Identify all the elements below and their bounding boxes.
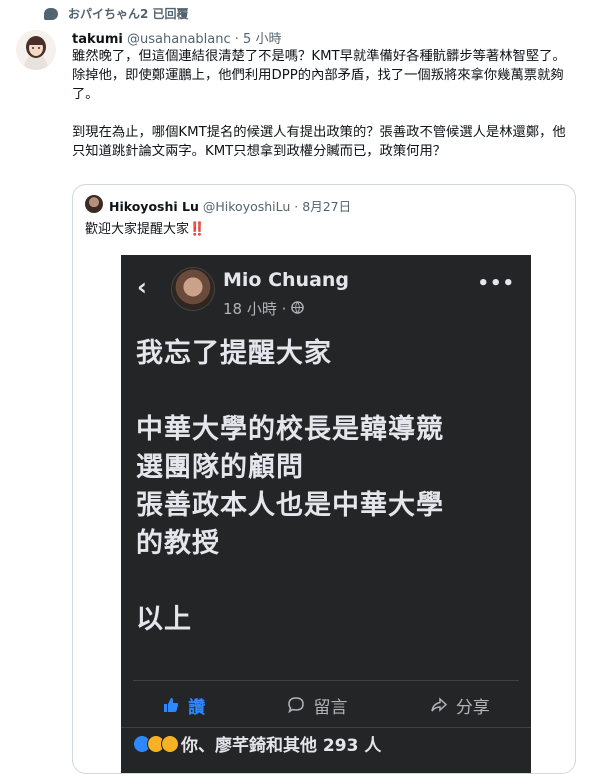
quoted-tweet[interactable]: Hikoyoshi Lu @HikoyoshiLu · 8月27日 歡迎大家提醒…	[72, 184, 576, 774]
quoted-header: Hikoyoshi Lu @HikoyoshiLu · 8月27日	[109, 196, 351, 215]
tweet-header: takumi @usahanablanc · 5 小時	[72, 28, 281, 47]
fb-poster-name: Mio Chuang	[223, 269, 350, 291]
fb-divider	[121, 727, 531, 728]
fb-reactions-text: 你、廖芊錡和其他 293 人	[181, 736, 382, 756]
fb-avatar	[171, 267, 215, 311]
fb-divider	[133, 680, 519, 681]
fb-like-label: 讚	[188, 697, 206, 718]
tweet-paragraph: 到現在為止，哪個KMT提名的候選人有提出政策的？張善政不管候選人是林還鄭，他只知…	[72, 125, 566, 159]
fb-post-line: 的教授	[136, 528, 220, 559]
fb-action-bar: 讚 留言 分享	[121, 685, 531, 725]
facebook-screenshot-image[interactable]: ‹ Mio Chuang 18 小時 · ••• 我忘了提醒大家 中華大學的校長…	[121, 255, 531, 773]
fb-share-label: 分享	[455, 697, 490, 718]
quoted-handle: @HikoyoshiLu	[202, 199, 291, 214]
reply-context: おパイちゃん2 已回覆	[44, 5, 189, 22]
globe-icon	[291, 300, 304, 318]
timestamp[interactable]: · 5 小時	[235, 32, 282, 47]
fb-post-time: 18 小時 ·	[223, 298, 304, 319]
reaction-icons	[133, 734, 179, 753]
fb-post-line: 我忘了提醒大家	[136, 338, 332, 369]
quoted-text: 歡迎大家提醒大家‼️	[85, 218, 205, 237]
fb-post-line: 張善政本人也是中華大學	[136, 490, 444, 521]
back-arrow-icon: ‹	[137, 273, 147, 301]
avatar[interactable]	[16, 30, 56, 70]
fb-time-text: 18 小時 ·	[223, 300, 292, 318]
avatar-illustration-icon	[16, 30, 56, 70]
double-exclamation-icon: ‼️	[189, 222, 206, 237]
fb-like-action: 讚	[162, 693, 205, 718]
tweet-paragraph: 雖然晚了，但這個連結很清楚了不是嗎？KMT早就準備好各種骯髒步等著林智堅了。除掉…	[72, 49, 566, 102]
fb-comment-label: 留言	[313, 697, 348, 718]
reply-context-text: おパイちゃん2 已回覆	[68, 7, 189, 21]
fb-share-action: 分享	[430, 693, 490, 718]
display-name[interactable]: takumi	[72, 32, 123, 47]
fb-post-line	[136, 563, 444, 601]
wow-reaction-icon	[161, 734, 179, 753]
speech-bubble-icon	[44, 7, 58, 20]
quoted-text-body: 歡迎大家提醒大家	[85, 222, 190, 237]
fb-post-line: 中華大學的校長是韓導競	[136, 414, 444, 445]
fb-comment-action: 留言	[287, 693, 347, 718]
thumbs-up-icon	[164, 698, 179, 712]
quoted-avatar[interactable]	[85, 195, 103, 213]
fb-post-body: 我忘了提醒大家 中華大學的校長是韓導競 選團隊的顧問 張善政本人也是中華大學 的…	[136, 335, 444, 639]
more-options-icon: •••	[477, 273, 515, 294]
quoted-date: · 8月27日	[294, 199, 352, 214]
fb-post-line: 以上	[136, 604, 192, 635]
share-arrow-icon	[431, 697, 447, 712]
tweet-text: 雖然晚了，但這個連結很清楚了不是嗎？KMT早就準備好各種骯髒步等著林智堅了。除掉…	[72, 47, 577, 180]
handle[interactable]: @usahanablanc	[127, 32, 231, 47]
fb-post-line	[136, 373, 444, 411]
comment-icon	[288, 697, 305, 714]
fb-post-line: 選團隊的顧問	[136, 452, 304, 483]
fb-reactions: 你、廖芊錡和其他 293 人	[133, 731, 381, 756]
quoted-display-name: Hikoyoshi Lu	[109, 199, 199, 214]
